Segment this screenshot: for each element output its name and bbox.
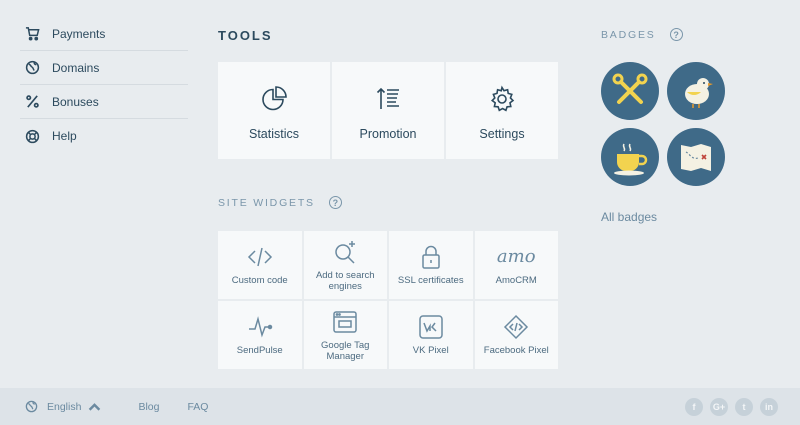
tool-label: Settings: [479, 126, 525, 141]
sidebar-item-label: Domains: [52, 60, 100, 75]
tool-label: Statistics: [248, 126, 299, 141]
tools-grid: Statistics Promotion Settings: [218, 62, 558, 159]
widgets-header: SITE WIDGETS ?: [218, 196, 342, 209]
tool-promotion[interactable]: Promotion: [332, 62, 444, 159]
twitter-icon[interactable]: t: [735, 398, 753, 416]
lifebuoy-icon: [24, 128, 40, 144]
widget-label: SSL certificates: [397, 275, 464, 286]
widget-google-tag-manager[interactable]: Google Tag Manager: [303, 301, 387, 369]
language-label: English: [47, 400, 82, 413]
map-badge[interactable]: [667, 128, 725, 186]
widget-label: Google Tag Manager: [321, 339, 370, 362]
code-icon: [247, 247, 272, 267]
code-diamond-icon: [504, 314, 529, 340]
sidebar-item-payments[interactable]: Payments: [20, 17, 188, 51]
tools-badge[interactable]: [601, 62, 659, 120]
sidebar-item-label: Payments: [52, 26, 106, 41]
treasure-map-icon: [681, 144, 711, 171]
widget-vk-pixel[interactable]: VK Pixel: [389, 301, 473, 369]
widget-facebook-pixel[interactable]: Facebook Pixel: [474, 301, 558, 369]
widget-label: Custom code: [231, 275, 288, 286]
blog-link[interactable]: Blog: [138, 401, 159, 413]
vk-icon: [419, 315, 443, 339]
sidebar-item-help[interactable]: Help: [20, 119, 188, 153]
widget-search-engines[interactable]: Add to search engines: [303, 231, 387, 299]
all-badges-link[interactable]: All badges: [601, 210, 657, 224]
globe-icon: [24, 60, 40, 76]
percent-icon: [24, 94, 40, 110]
google-plus-icon[interactable]: G+: [710, 398, 728, 416]
language-selector[interactable]: English: [25, 400, 110, 413]
widget-ssl[interactable]: SSL certificates: [389, 231, 473, 299]
browser-icon: [333, 310, 357, 333]
amo-logo: amo: [496, 246, 536, 267]
sidebar: Payments Domains Bonuses Help: [20, 17, 188, 153]
faq-link[interactable]: FAQ: [187, 401, 208, 413]
crossed-tools-icon: [612, 73, 648, 104]
gear-icon: [490, 84, 515, 111]
tool-settings[interactable]: Settings: [446, 62, 558, 159]
sidebar-item-label: Help: [52, 129, 77, 143]
coffee-badge[interactable]: [601, 128, 659, 186]
search-plus-icon: [335, 240, 356, 264]
badges-title: BADGES: [601, 28, 656, 41]
widgets-title: SITE WIDGETS: [218, 196, 315, 209]
badges-help-icon[interactable]: ?: [669, 28, 683, 41]
lock-icon: [422, 245, 440, 269]
tools-title: TOOLS: [218, 28, 273, 43]
pulse-icon: [248, 316, 272, 338]
widgets-grid: Custom code Add to search engines SSL ce…: [218, 231, 558, 369]
widget-label: Add to search engines: [315, 269, 375, 292]
sidebar-item-domains[interactable]: Domains: [20, 51, 188, 85]
cart-icon: [24, 26, 40, 42]
linkedin-icon[interactable]: in: [760, 398, 778, 416]
widget-custom-code[interactable]: Custom code: [218, 231, 302, 299]
widget-label: Facebook Pixel: [483, 345, 549, 356]
widget-label: VK Pixel: [412, 345, 449, 356]
tool-statistics[interactable]: Statistics: [218, 62, 330, 159]
bird-badge[interactable]: [667, 62, 725, 120]
badges-grid: [601, 62, 727, 186]
sidebar-item-label: Bonuses: [52, 94, 99, 109]
chevron-up-icon: [89, 403, 101, 411]
bird-icon: [685, 78, 713, 108]
widget-amocrm[interactable]: amo AmoCRM: [474, 231, 558, 299]
globe-icon: [25, 400, 38, 413]
widgets-help-icon[interactable]: ?: [328, 196, 342, 209]
widget-sendpulse[interactable]: SendPulse: [218, 301, 302, 369]
widget-label: AmoCRM: [495, 275, 537, 286]
coffee-cup-icon: [614, 143, 648, 176]
facebook-icon[interactable]: f: [685, 398, 703, 416]
pie-chart-icon: [262, 85, 287, 110]
tool-label: Promotion: [359, 126, 417, 141]
widget-label: SendPulse: [236, 345, 283, 356]
sidebar-item-bonuses[interactable]: Bonuses: [20, 85, 188, 119]
social-links: f G+ t in: [685, 398, 778, 416]
sort-list-icon: [376, 87, 399, 109]
badges-header: BADGES ?: [601, 28, 683, 41]
footer: English Blog FAQ f G+ t in: [0, 388, 800, 425]
